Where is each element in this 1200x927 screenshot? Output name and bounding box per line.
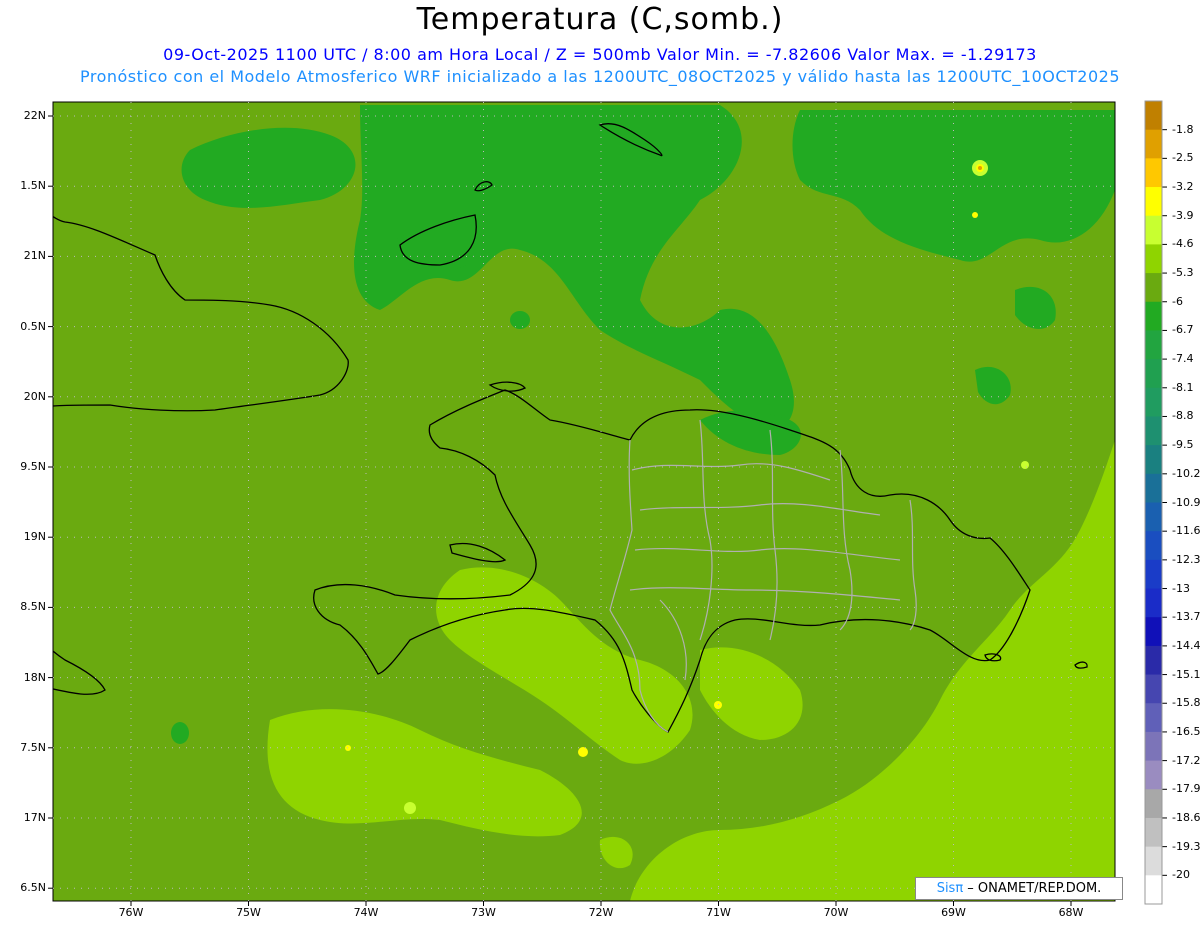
colorbar-label: -3.2 [1172,180,1194,194]
colorbar-label: -11.6 [1172,524,1200,538]
colorbar-swatch [1145,473,1162,503]
hot-spot [578,747,588,757]
colorbar-swatch [1145,187,1162,217]
colorbar-swatch [1145,559,1162,590]
credit-badge: Sisπ – ONAMET/REP.DOM. [915,877,1123,900]
longitude-label: 70W [823,906,849,919]
colorbar-swatch [1145,588,1162,618]
colorbar-label: -17.2 [1172,753,1200,767]
colorbar-label: -1.8 [1172,122,1194,136]
colorbar-label: -7.4 [1172,352,1194,366]
latitude-label: 17N [23,811,46,824]
colorbar-label: -18.6 [1172,810,1200,824]
latitude-label: 7.5N [20,740,46,754]
longitude-label: 74W [353,906,379,919]
colorbar-swatch [1145,158,1162,188]
colorbar-swatch [1145,330,1162,360]
colorbar-swatch [1145,244,1162,274]
colorbar-swatch [1145,846,1162,876]
colorbar-label: -8.1 [1172,380,1194,394]
longitude-label: 71W [706,906,731,919]
latitude-label: 9.5N [20,460,46,473]
colorbar-swatch [1145,760,1162,790]
latitude-label: 19N [23,530,46,544]
colorbar-label: -5.3 [1172,266,1194,280]
latitude-label: 21N [23,249,46,263]
colorbar-label: -8.8 [1172,409,1194,423]
colorbar-swatch [1145,502,1162,532]
latitude-label: 6.5N [20,881,46,895]
colorbar-label: -6.7 [1172,323,1194,337]
colorbar-label: -15.1 [1172,667,1200,681]
colorbar-swatch [1145,645,1162,676]
colorbar-swatch [1145,703,1162,733]
colorbar-label: -12.3 [1172,552,1200,566]
colorbar-swatch [1145,215,1162,245]
colorbar-swatch [1145,789,1162,819]
colorbar-label: -3.9 [1172,208,1194,222]
peak-spot [978,166,982,170]
colorbar-label: -6 [1172,294,1183,308]
colorbar-label: -10.2 [1172,466,1200,480]
colorbar-swatch [1145,617,1162,647]
longitude-label: 68W [1058,906,1084,919]
colorbar-swatch [1145,301,1162,331]
colorbar-swatch [1145,731,1162,762]
colorbar-label: -9.5 [1172,438,1194,452]
colorbar-swatch [1145,101,1162,131]
colorbar-swatch [1145,273,1162,303]
colorbar-label: -16.5 [1172,724,1200,738]
colorbar-label: -20 [1172,868,1190,882]
colorbar-swatch [1145,531,1162,561]
latitude-label: 22N [23,109,46,122]
cool-spot [171,722,189,744]
colorbar-label: -2.5 [1172,151,1194,165]
colorbar-label: -19.3 [1172,839,1200,853]
colorbar [1145,101,1167,905]
longitude-label: 72W [588,906,614,919]
longitude-label: 73W [471,906,496,919]
colorbar-swatch [1145,129,1162,159]
colorbar-swatch [1145,416,1162,446]
hot-spot [1021,461,1029,469]
hot-spot [972,212,978,218]
longitude-label: 69W [941,906,966,919]
colorbar-label: -13 [1172,581,1190,595]
longitude-label: 75W [236,906,261,919]
latitude-label: 0.5N [20,319,46,333]
colorbar-label: -17.9 [1172,782,1200,796]
colorbar-label: -10.9 [1172,495,1200,509]
latitude-label: 8.5N [20,600,46,614]
colorbar-swatch [1145,674,1162,704]
colorbar-swatch [1145,875,1162,905]
credit-brand: Sisπ [936,881,964,896]
latitude-label: 1.5N [20,179,46,193]
colorbar-swatch [1145,387,1162,417]
colorbar-swatch [1145,817,1162,848]
colorbar-label: -14.4 [1172,638,1200,652]
colorbar-label: -4.6 [1172,237,1194,251]
colorbar-swatch [1145,359,1162,389]
credit-org: – ONAMET/REP.DOM. [963,881,1102,896]
latitude-label: 20N [23,389,46,403]
latitude-label: 18N [23,670,46,684]
cool-spot [588,270,612,290]
colorbar-label: -13.7 [1172,610,1200,624]
hot-spot [404,802,416,814]
colorbar-swatch [1145,445,1162,475]
colorbar-label: -15.8 [1172,696,1200,710]
temperature-map [48,100,1167,906]
longitude-label: 76W [118,906,144,919]
cool-spot [510,311,530,329]
